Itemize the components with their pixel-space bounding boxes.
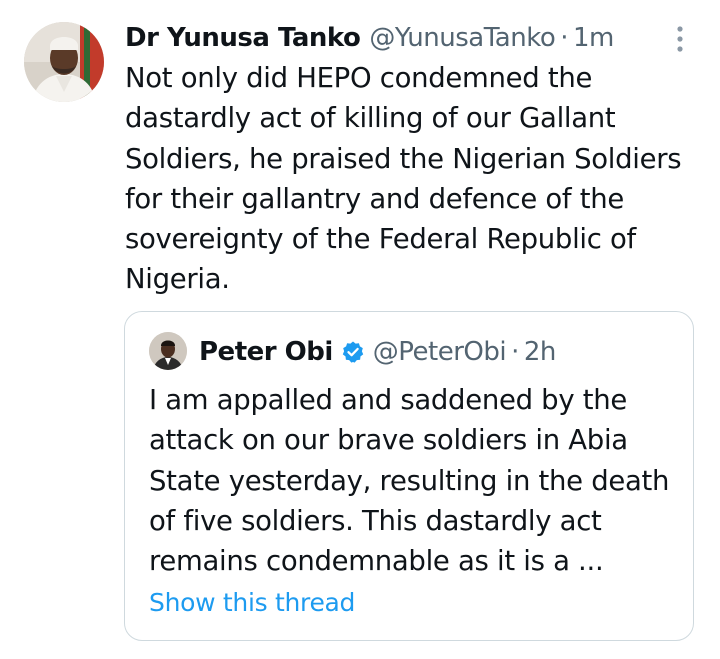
show-thread-link[interactable]: Show this thread	[149, 588, 355, 617]
author-avatar[interactable]	[24, 22, 104, 102]
verified-badge-icon	[341, 340, 365, 364]
quoted-separator-dot: ·	[511, 337, 519, 367]
author-handle[interactable]: @YunusaTanko	[369, 23, 555, 53]
separator-dot: ·	[560, 23, 568, 53]
quoted-tweet-timestamp[interactable]: 2h	[524, 337, 557, 367]
tweet-timestamp[interactable]: 1m	[573, 23, 614, 53]
author-name[interactable]: Dr Yunusa Tanko	[125, 23, 361, 53]
quoted-tweet-text: I am appalled and saddened by the attack…	[149, 384, 670, 578]
quoted-author-handle[interactable]: @PeterObi	[373, 337, 507, 367]
quoted-author-name[interactable]: Peter Obi	[199, 337, 333, 367]
quoted-tweet[interactable]: Peter Obi @PeterObi · 2h I am appalled a…	[124, 311, 694, 641]
tweet-text: Not only did HEPO condemned the dastardl…	[125, 62, 682, 296]
more-vertical-icon[interactable]	[668, 24, 692, 54]
quoted-author-avatar[interactable]	[149, 332, 187, 370]
tweet[interactable]: Dr Yunusa Tanko @YunusaTanko · 1m Not on…	[0, 0, 720, 659]
quoted-tweet-header: Peter Obi @PeterObi · 2h	[199, 332, 556, 372]
tweet-header: Dr Yunusa Tanko @YunusaTanko · 1m	[125, 18, 614, 58]
